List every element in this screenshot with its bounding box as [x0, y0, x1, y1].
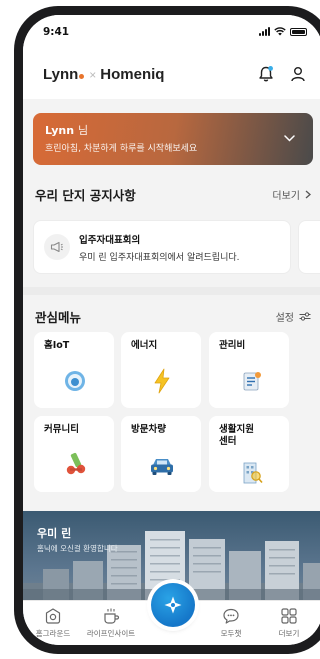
app-header: Lynn × Homeniq — [23, 49, 320, 99]
notice-more-link[interactable]: 더보기 — [272, 187, 311, 202]
notification-bell-icon[interactable] — [257, 65, 275, 83]
menu-tile-home-iot[interactable]: 홈IoT — [34, 332, 114, 408]
profile-icon[interactable] — [289, 65, 307, 83]
sliders-icon — [299, 312, 311, 321]
battery-icon — [290, 27, 307, 36]
brand-lynn: Lynn — [43, 65, 79, 83]
menu-label: 생활지원 센터 — [219, 424, 254, 448]
banner-title: 우미 린 — [37, 527, 72, 540]
notice-icon-wrap — [44, 234, 70, 260]
user-name: Lynn — [45, 124, 75, 137]
coffee-cup-icon — [104, 608, 120, 624]
menu-tile-energy[interactable]: 에너지 — [121, 332, 201, 408]
notice-item-title: 입주자대표회의 — [79, 234, 141, 246]
header-actions — [257, 65, 307, 83]
menu-label: 커뮤니티 — [44, 424, 79, 435]
notice-more-label: 더보기 — [272, 191, 300, 202]
menu-label: 관리비 — [219, 340, 246, 351]
bill-icon — [243, 372, 261, 391]
notice-card-next[interactable] — [298, 220, 320, 274]
nav-label: 더보기 — [278, 629, 300, 638]
lightning-icon — [154, 368, 170, 394]
megaphone-icon — [50, 241, 63, 253]
car-icon — [151, 459, 173, 475]
greeting-name: Lynn 님 — [45, 122, 301, 138]
grid-icon — [281, 608, 297, 624]
menu-tile-visitor-vehicle[interactable]: 방문차량 — [121, 416, 201, 492]
menu-tile-maintenance-fee[interactable]: 관리비 — [209, 332, 289, 408]
dumbbell-icon — [66, 452, 86, 475]
menu-section-title: 관심메뉴 — [35, 310, 82, 325]
notice-section-title: 우리 단지 공지사항 — [35, 188, 136, 203]
wifi-icon — [274, 27, 286, 36]
nav-item-home-ground[interactable]: 홈그라운드 — [25, 607, 81, 639]
center-fab-button[interactable] — [151, 583, 195, 627]
compass-star-icon — [164, 596, 182, 614]
status-bar: 9:41 — [23, 15, 320, 49]
brand-dot — [79, 73, 85, 79]
nav-label: 홈그라운드 — [35, 629, 71, 638]
chevron-right-icon — [305, 190, 311, 199]
nav-item-modu-chat[interactable]: 모두챗 — [203, 607, 259, 639]
notice-text: 입주자대표회의 우미 린 입주자대표회의에서 알려드립니다. — [79, 232, 240, 263]
brand-homeniq: Homeniq — [100, 65, 165, 83]
status-icons — [259, 27, 307, 36]
status-time: 9:41 — [43, 26, 70, 38]
smart-speaker-icon — [65, 371, 85, 391]
building-search-icon — [243, 462, 263, 484]
menu-label: 방문차량 — [131, 424, 166, 435]
menu-settings-link[interactable]: 설정 — [276, 309, 311, 324]
banner-subtitle: 홈닉에 오신걸 환영합니다 — [37, 544, 118, 553]
greeting-card[interactable]: Lynn 님 흐린아침, 차분하게 하루를 시작해보세요 — [33, 113, 313, 165]
brand-logo[interactable]: Lynn × Homeniq — [43, 66, 164, 83]
menu-label: 에너지 — [131, 340, 158, 351]
chat-bubble-icon — [223, 608, 239, 624]
brand-separator: × — [89, 67, 97, 82]
menu-settings-label: 설정 — [275, 313, 294, 324]
notice-card[interactable]: 입주자대표회의 우미 린 입주자대표회의에서 알려드립니다. — [33, 220, 291, 274]
user-honorific: 님 — [77, 124, 89, 137]
chevron-down-icon[interactable] — [284, 135, 295, 142]
nav-item-life-insight[interactable]: 라이프인사이트 — [83, 607, 139, 639]
greeting-message: 흐린아침, 차분하게 하루를 시작해보세요 — [45, 144, 198, 154]
home-ground-icon — [45, 608, 61, 624]
menu-tile-community[interactable]: 커뮤니티 — [34, 416, 114, 492]
nav-label: 모두챗 — [220, 629, 242, 638]
cellular-signal-icon — [259, 27, 270, 36]
notice-item-body: 우미 린 입주자대표회의에서 알려드립니다. — [79, 252, 240, 263]
nav-label: 라이프인사이트 — [86, 629, 136, 638]
menu-tile-life-support-center[interactable]: 생활지원 센터 — [209, 416, 289, 492]
section-divider — [23, 287, 320, 295]
phone-screen: 9:41 Lynn × Homeniq Lynn 님 흐린아침, 차분하게 하루… — [23, 15, 320, 645]
nav-item-more[interactable]: 더보기 — [261, 607, 317, 639]
menu-label: 홈IoT — [44, 340, 70, 351]
